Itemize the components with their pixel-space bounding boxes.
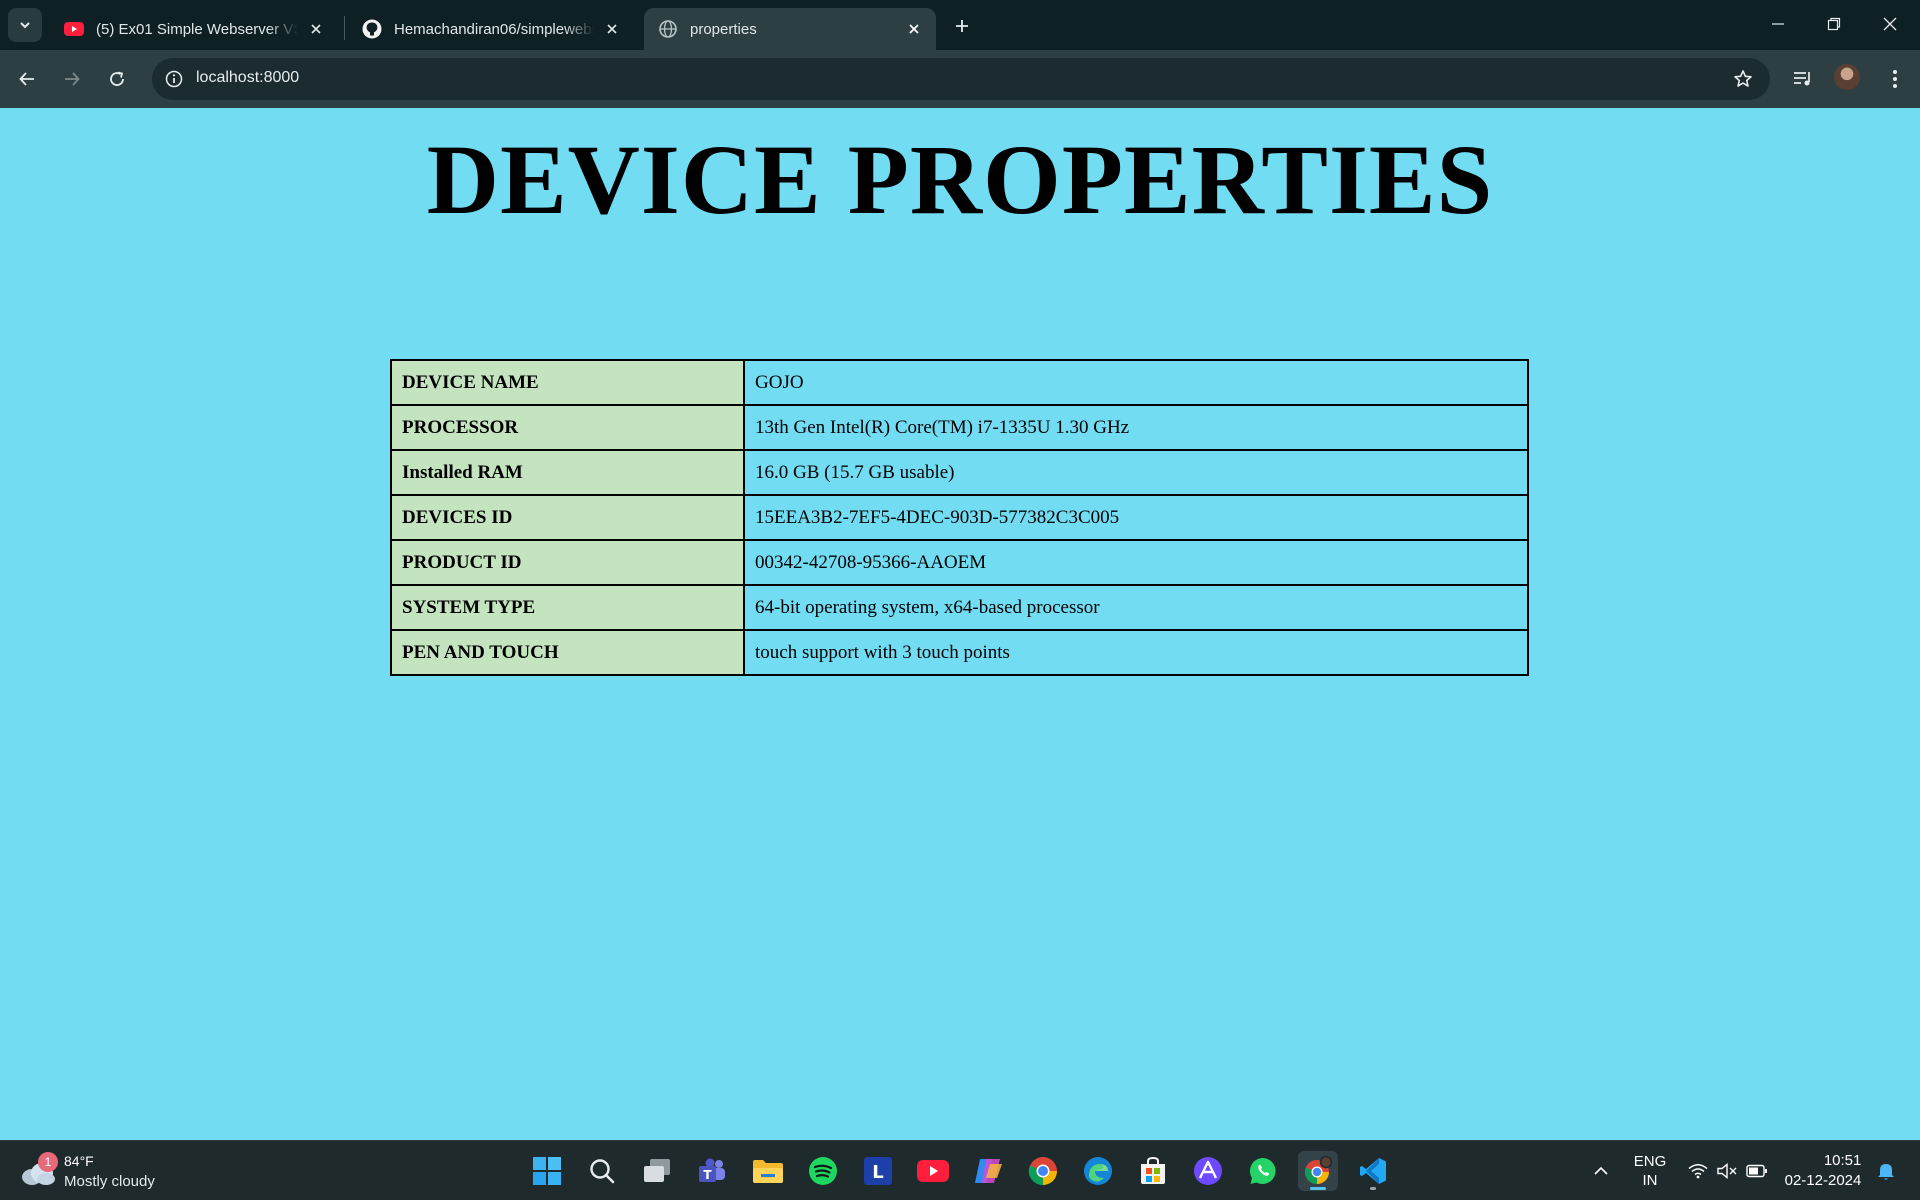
profile-avatar[interactable] [1834,64,1860,90]
l-app-icon[interactable]: L [858,1151,898,1191]
weather-condition: Mostly cloudy [64,1173,155,1190]
table-row: Installed RAM 16.0 GB (15.7 GB usable) [390,449,1529,496]
bookmark-star-icon[interactable] [1732,68,1754,90]
forward-button[interactable] [56,63,88,95]
clock-date: 02-12-2024 [1784,1172,1862,1189]
row-value: touch support with 3 touch points [743,629,1529,676]
proton-vpn-icon[interactable] [1188,1151,1228,1191]
close-window-button[interactable] [1862,0,1918,48]
row-label: SYSTEM TYPE [390,584,745,631]
youtube-icon [64,19,84,39]
table-row: PRODUCT ID 00342-42708-95366-AAOEM [390,539,1529,586]
table-row: DEVICE NAME GOJO [390,359,1529,406]
youtube-icon[interactable] [913,1151,953,1191]
svg-text:T: T [703,1168,712,1182]
tab-youtube[interactable]: (5) Ex01 Simple Webserver VS Code [50,8,338,50]
tab-title: Hemachandiran06/simplewebserver [394,20,594,38]
weather-temperature: 84°F [64,1153,94,1169]
row-label: Installed RAM [390,449,745,496]
row-label: DEVICES ID [390,494,745,541]
row-value: 64-bit operating system, x64-based proce… [743,584,1529,631]
tab-search-button[interactable] [8,8,42,42]
new-tab-button[interactable] [948,12,976,40]
tab-title: properties [690,20,757,38]
minimize-icon [1772,23,1784,25]
row-label: DEVICE NAME [390,359,745,406]
page-title: DEVICE PROPERTIES [426,124,1494,235]
edge-icon[interactable] [1078,1151,1118,1191]
tab-divider [344,16,345,40]
task-view-icon[interactable] [637,1151,677,1191]
arrow-right-icon [65,72,80,86]
close-icon[interactable] [904,19,924,39]
minimize-button[interactable] [1750,0,1806,48]
plus-icon [956,20,968,32]
volume-muted-icon[interactable] [1713,1141,1741,1200]
site-info-icon[interactable] [162,67,186,91]
browser-title-bar: (5) Ex01 Simple Webserver VS Code Hemach… [0,0,1920,50]
notification-badge: 1 [38,1152,58,1172]
copilot-icon[interactable] [968,1151,1008,1191]
table-row: PROCESSOR 13th Gen Intel(R) Core(TM) i7-… [390,404,1529,451]
row-value: 16.0 GB (15.7 GB usable) [743,449,1529,496]
clock-time: 10:51 [1823,1152,1862,1169]
web-page: DEVICE PROPERTIES DEVICE NAME GOJO PROCE… [0,108,1920,1140]
system-clock[interactable]: 10:51 02-12-2024 [1782,1141,1864,1200]
row-value: GOJO [743,359,1529,406]
github-icon [362,19,382,39]
globe-icon [658,19,678,39]
row-label: PRODUCT ID [390,539,745,586]
chevron-down-icon [20,22,30,29]
spotify-icon[interactable] [803,1151,843,1191]
row-value: 15EEA3B2-7EF5-4DEC-903D-577382C3C005 [743,494,1529,541]
arrow-left-icon [19,72,34,86]
restore-button[interactable] [1806,0,1862,48]
windows-taskbar: 1 84°F Mostly cloudy T L ENG IN 10:51 02… [0,1140,1920,1200]
tab-properties[interactable]: properties [644,8,936,50]
show-hidden-icons-button[interactable] [1586,1141,1616,1200]
chevron-up-icon [1594,1166,1608,1175]
language-region: IN [1642,1172,1658,1189]
media-controls-icon[interactable] [1788,64,1818,94]
active-indicator [1310,1187,1326,1190]
close-icon [1883,17,1897,31]
reload-icon [110,71,124,86]
address-bar[interactable]: localhost:8000 [152,58,1770,100]
notification-bell-icon[interactable] [1872,1141,1900,1200]
tab-github[interactable]: Hemachandiran06/simplewebserver [348,8,634,50]
url-text[interactable]: localhost:8000 [196,69,299,87]
more-menu-icon[interactable] [1880,64,1910,94]
close-icon[interactable] [602,19,622,39]
windows-start-icon[interactable] [527,1151,567,1191]
language-code: ENG [1633,1153,1667,1170]
table-row: PEN AND TOUCH touch support with 3 touch… [390,629,1529,676]
chrome-icon[interactable] [1023,1151,1063,1191]
restore-icon [1827,17,1841,31]
close-icon[interactable] [306,19,326,39]
chrome-profile-icon[interactable] [1298,1151,1338,1191]
row-value: 00342-42708-95366-AAOEM [743,539,1529,586]
row-label: PEN AND TOUCH [390,629,745,676]
device-properties-table: DEVICE NAME GOJO PROCESSOR 13th Gen Inte… [390,359,1529,676]
battery-icon[interactable] [1742,1141,1772,1200]
teams-icon[interactable]: T [692,1151,732,1191]
file-explorer-icon[interactable] [748,1151,788,1191]
browser-toolbar: localhost:8000 [0,50,1920,108]
row-label: PROCESSOR [390,404,745,451]
reload-button[interactable] [101,63,133,95]
tab-title: (5) Ex01 Simple Webserver VS Code [96,20,298,38]
wifi-icon[interactable] [1684,1141,1712,1200]
weather-widget[interactable]: 1 84°F Mostly cloudy [20,1149,180,1193]
microsoft-store-icon[interactable] [1133,1151,1173,1191]
open-indicator [1370,1187,1376,1190]
search-icon[interactable] [582,1151,622,1191]
row-value: 13th Gen Intel(R) Core(TM) i7-1335U 1.30… [743,404,1529,451]
language-indicator[interactable]: ENG IN [1628,1141,1672,1200]
table-row: DEVICES ID 15EEA3B2-7EF5-4DEC-903D-57738… [390,494,1529,541]
whatsapp-icon[interactable] [1243,1151,1283,1191]
back-button[interactable] [11,63,43,95]
table-row: SYSTEM TYPE 64-bit operating system, x64… [390,584,1529,631]
svg-text:L: L [872,1162,883,1183]
vscode-icon[interactable] [1353,1151,1393,1191]
